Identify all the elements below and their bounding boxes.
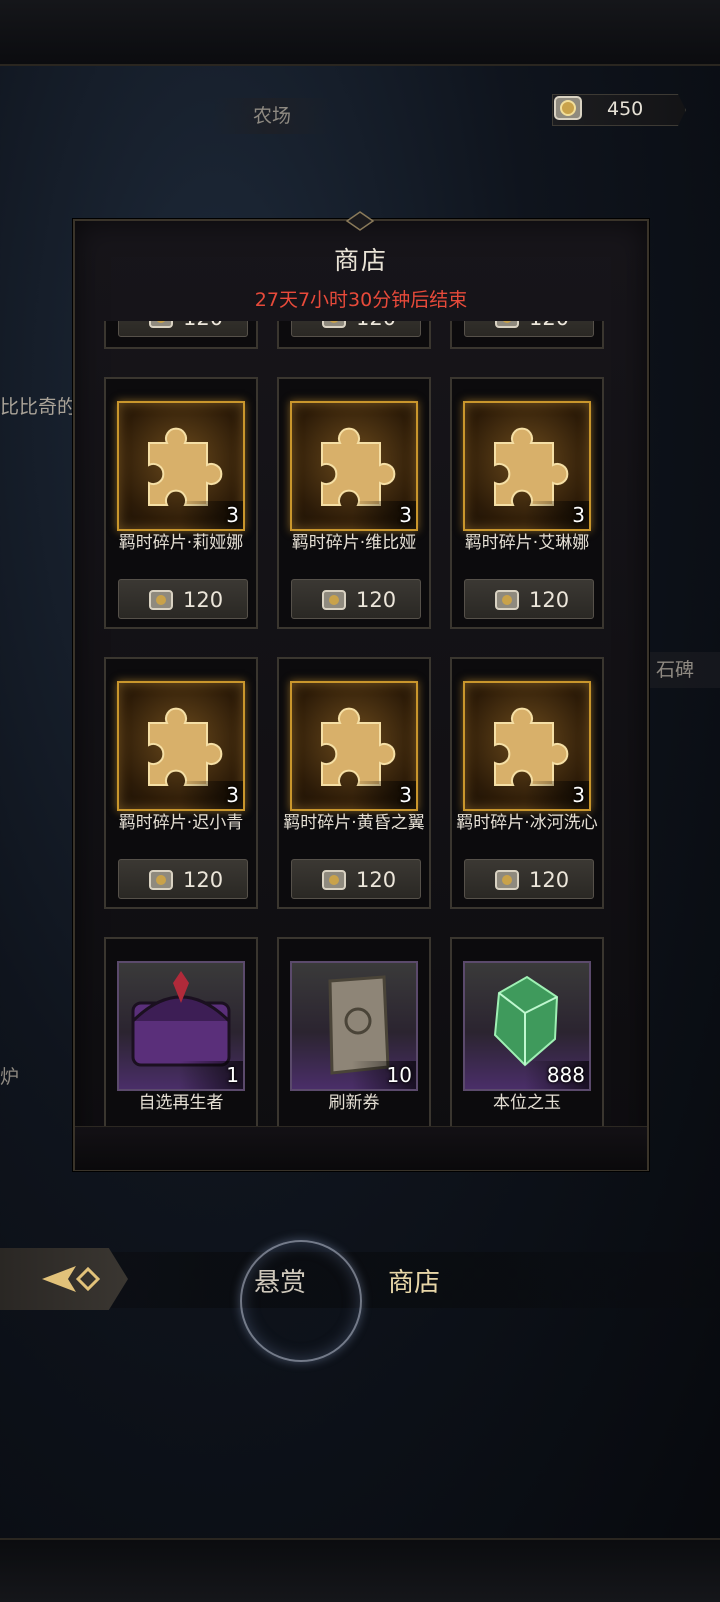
shop-card-partial[interactable]: 120 — [450, 321, 604, 349]
shop-card[interactable]: 3 羁时碎片·莉娅娜 120 — [104, 377, 258, 629]
price-button[interactable]: 120 — [118, 321, 248, 337]
price-button[interactable]: 120 — [291, 321, 421, 337]
shop-card[interactable]: 3 羁时碎片·维比娅 120 — [277, 377, 431, 629]
item-image: 3 — [117, 681, 245, 811]
item-name: 羁时碎片·迟小青 — [118, 813, 244, 833]
item-quantity: 3 — [226, 503, 239, 527]
coin-stack-icon — [322, 321, 346, 328]
price-value: 120 — [529, 868, 570, 892]
item-quantity: 888 — [546, 1063, 585, 1087]
shop-card[interactable]: 10 刷新券 — [277, 937, 431, 1126]
panel-footer — [75, 1126, 647, 1170]
coin-stack-icon — [495, 321, 519, 328]
price-value: 120 — [529, 321, 569, 330]
coin-stack-icon — [554, 96, 582, 120]
shop-panel: 商店 27天7小时30分钟后结束 120 120 120 — [73, 211, 649, 1171]
item-image: 10 — [290, 961, 418, 1091]
coin-stack-icon — [322, 870, 346, 890]
currency-display[interactable]: 450 — [552, 94, 686, 126]
item-image: 3 — [290, 681, 418, 811]
price-value: 120 — [529, 588, 570, 612]
map-label-farm[interactable]: 农场 — [212, 98, 332, 134]
back-arrow-icon — [42, 1266, 101, 1292]
coin-stack-icon — [149, 321, 173, 328]
item-quantity: 3 — [572, 783, 585, 807]
price-value: 120 — [356, 588, 397, 612]
currency-amount: 450 — [607, 98, 644, 120]
map-label-stone[interactable]: 石碑 — [648, 652, 720, 688]
price-button[interactable]: 120 — [118, 579, 248, 619]
item-quantity: 3 — [399, 503, 412, 527]
tab-bounty[interactable]: 悬赏 — [254, 1262, 306, 1299]
item-name: 羁时碎片·冰河洗心 — [456, 813, 598, 833]
price-value: 120 — [183, 321, 223, 330]
coin-stack-icon — [149, 870, 173, 890]
item-image: 3 — [117, 401, 245, 531]
coin-stack-icon — [495, 870, 519, 890]
bottom-frame — [0, 1538, 720, 1602]
item-name: 羁时碎片·莉娅娜 — [118, 533, 244, 553]
shop-card-partial[interactable]: 120 — [277, 321, 431, 349]
price-value: 120 — [183, 588, 224, 612]
price-button[interactable]: 120 — [118, 859, 248, 899]
shop-card[interactable]: 3 羁时碎片·黄昏之翼 120 — [277, 657, 431, 909]
shop-card[interactable]: 3 羁时碎片·迟小青 120 — [104, 657, 258, 909]
price-value: 120 — [183, 868, 224, 892]
price-button[interactable]: 120 — [464, 859, 594, 899]
item-quantity: 3 — [226, 783, 239, 807]
item-name: 本位之玉 — [493, 1093, 561, 1113]
diamond-ornament-icon — [345, 211, 375, 231]
item-quantity: 3 — [399, 783, 412, 807]
item-quantity: 1 — [226, 1063, 239, 1087]
price-button[interactable]: 120 — [464, 579, 594, 619]
shop-card[interactable]: 3 羁时碎片·冰河洗心 120 — [450, 657, 604, 909]
price-button[interactable]: 120 — [291, 579, 421, 619]
item-image: 3 — [290, 401, 418, 531]
shop-item-grid[interactable]: 120 120 120 3 羁时碎片·莉娅娜 12 — [75, 321, 647, 1126]
top-frame — [0, 0, 720, 66]
tab-shop[interactable]: 商店 — [388, 1262, 440, 1299]
item-quantity: 3 — [572, 503, 585, 527]
price-button[interactable]: 120 — [464, 321, 594, 337]
item-name: 刷新券 — [328, 1093, 380, 1113]
shop-title: 商店 — [333, 246, 388, 275]
item-name: 羁时碎片·黄昏之翼 — [283, 813, 425, 833]
selected-tab-ring — [240, 1240, 362, 1362]
coin-stack-icon — [149, 590, 173, 610]
price-value: 120 — [356, 321, 396, 330]
shop-card[interactable]: 3 羁时碎片·艾琳娜 120 — [450, 377, 604, 629]
back-button[interactable] — [0, 1248, 128, 1310]
item-name: 羁时碎片·维比娅 — [291, 533, 417, 553]
map-label-furnace[interactable]: 炉 — [0, 1062, 19, 1089]
shop-card[interactable]: 1 自选再生者 — [104, 937, 258, 1126]
shop-card-partial[interactable]: 120 — [104, 321, 258, 349]
item-image: 3 — [463, 401, 591, 531]
shop-timer: 27天7小时30分钟后结束 — [254, 289, 468, 311]
coin-stack-icon — [322, 590, 346, 610]
coin-stack-icon — [495, 590, 519, 610]
item-image: 888 — [463, 961, 591, 1091]
item-image: 3 — [463, 681, 591, 811]
price-value: 120 — [356, 868, 397, 892]
item-image: 1 — [117, 961, 245, 1091]
item-name: 羁时碎片·艾琳娜 — [464, 533, 590, 553]
map-label-left[interactable]: 比比奇的 — [0, 392, 76, 419]
price-button[interactable]: 120 — [291, 859, 421, 899]
shop-card[interactable]: 888 本位之玉 — [450, 937, 604, 1126]
item-name: 自选再生者 — [138, 1093, 224, 1113]
item-quantity: 10 — [386, 1063, 412, 1087]
